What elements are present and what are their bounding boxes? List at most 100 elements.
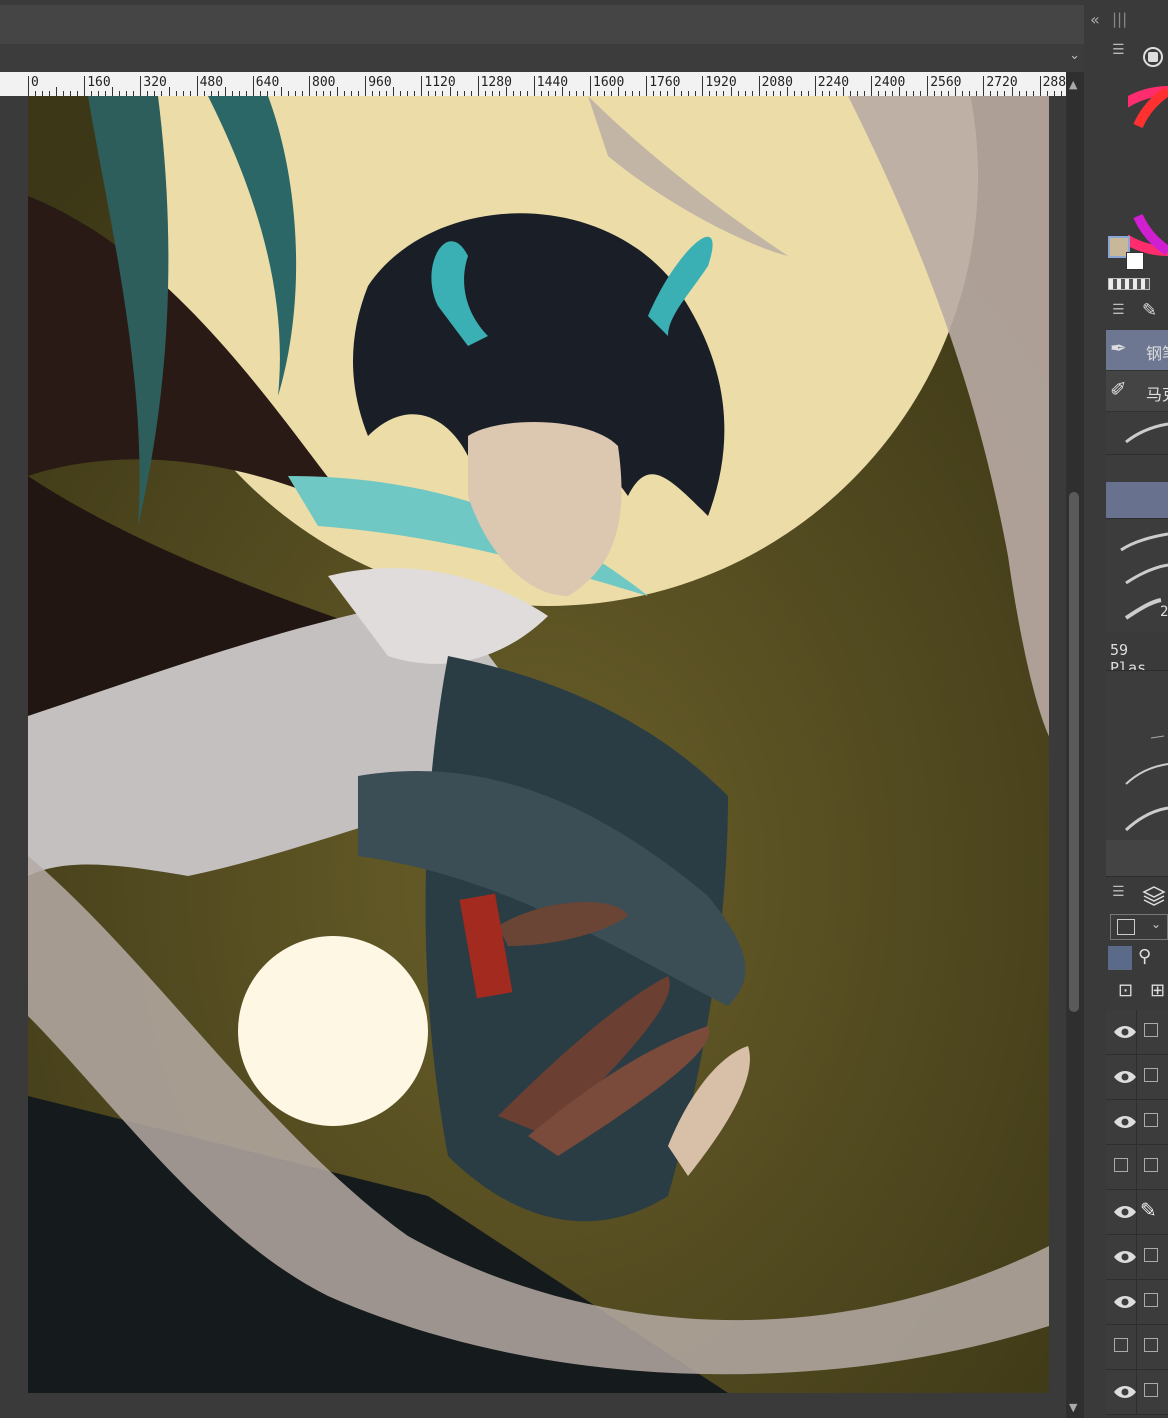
ruler-label: 640 bbox=[255, 75, 280, 90]
eye-icon[interactable] bbox=[1112, 1021, 1138, 1043]
layer-checkbox[interactable] bbox=[1144, 1293, 1158, 1307]
brush-size-item[interactable] bbox=[1106, 714, 1168, 757]
ruler-label: 288 bbox=[1042, 75, 1066, 90]
horizontal-ruler: 0 160 320 480 640 800 960 1120 1280 1440 1600 1760 1… bbox=[0, 72, 1066, 96]
panel-menu-icon[interactable]: ☰ bbox=[1112, 884, 1125, 900]
transparent-color-swatch[interactable] bbox=[1108, 278, 1150, 290]
scrollbar-thumb[interactable] bbox=[1069, 492, 1079, 1012]
canvas-tab-bar: ⌄ bbox=[0, 44, 1084, 72]
panel-grip-icon[interactable]: ||| bbox=[1112, 10, 1127, 28]
layer-row[interactable] bbox=[1106, 1325, 1168, 1370]
eye-icon[interactable] bbox=[1112, 1246, 1138, 1268]
ruler-label: 1120 bbox=[424, 75, 456, 90]
ruler-major-tick bbox=[84, 76, 86, 96]
layer-checkbox[interactable] bbox=[1144, 1338, 1158, 1352]
brush-size-item[interactable] bbox=[1106, 840, 1168, 877]
brush-item-marker[interactable]: ✐ 马克笔 bbox=[1106, 371, 1168, 412]
ruler-minor-tick bbox=[842, 87, 844, 96]
brush-size-item[interactable] bbox=[1106, 756, 1168, 799]
artwork-canvas[interactable] bbox=[28, 96, 1049, 1393]
ruler-major-tick bbox=[140, 76, 142, 96]
scroll-down-icon[interactable]: ▼ bbox=[1069, 1401, 1077, 1414]
ruler-major-tick bbox=[196, 76, 198, 96]
brush-size-item[interactable] bbox=[1106, 798, 1168, 841]
ruler-label: 320 bbox=[143, 75, 167, 90]
scroll-up-icon[interactable]: ▲ bbox=[1069, 78, 1077, 91]
ruler-major-tick bbox=[927, 76, 929, 96]
eye-icon[interactable] bbox=[1112, 1291, 1138, 1313]
visibility-checkbox[interactable] bbox=[1114, 1338, 1128, 1352]
ruler-label: 1920 bbox=[705, 75, 737, 90]
ruler-minor-tick bbox=[955, 87, 957, 96]
marker-icon: ✐ bbox=[1110, 377, 1127, 401]
brush-tool-icon[interactable]: ✎ bbox=[1142, 300, 1157, 321]
ruler-label: 1600 bbox=[593, 75, 625, 90]
ruler-label: 2400 bbox=[874, 75, 906, 90]
layer-checkbox[interactable] bbox=[1144, 1248, 1158, 1262]
layer-row[interactable] bbox=[1106, 1145, 1168, 1190]
color-wheel[interactable] bbox=[1128, 86, 1168, 256]
panel-menu-icon[interactable]: ☰ bbox=[1112, 42, 1125, 58]
pencil-icon: ✎ bbox=[1140, 1198, 1157, 1222]
brush-size-item[interactable] bbox=[1106, 412, 1168, 455]
layer-row[interactable] bbox=[1106, 1235, 1168, 1280]
ruler-minor-tick bbox=[112, 87, 114, 96]
brush-item-label: 马克笔 bbox=[1146, 385, 1168, 404]
layer-row[interactable] bbox=[1106, 1055, 1168, 1100]
layer-checkbox[interactable] bbox=[1144, 1068, 1158, 1082]
ruler-label: 1440 bbox=[536, 75, 569, 90]
layer-checkbox[interactable] bbox=[1144, 1113, 1158, 1127]
brush-item-pen[interactable]: ✒ 钢笔 bbox=[1106, 330, 1168, 371]
layers-icon[interactable] bbox=[1142, 884, 1166, 908]
brush-panel-header: ☰ ✎ bbox=[1106, 298, 1168, 328]
collapse-panel-icon[interactable]: « bbox=[1090, 10, 1100, 29]
ruler-minor-tick bbox=[618, 87, 620, 96]
reference-layer-icon[interactable] bbox=[1108, 946, 1132, 970]
color-mode-icon[interactable] bbox=[1142, 46, 1164, 68]
ruler-major-tick bbox=[533, 76, 535, 96]
ruler-major-tick bbox=[252, 76, 254, 96]
brush-size-item[interactable] bbox=[1106, 672, 1168, 715]
sub-color-swatch[interactable] bbox=[1126, 252, 1144, 270]
brush-preset-item[interactable]: 59 Plas bbox=[1106, 632, 1168, 671]
panel-menu-icon[interactable]: ☰ bbox=[1112, 302, 1125, 318]
ruler-major-tick bbox=[309, 76, 310, 96]
ruler-label: 2080 bbox=[761, 75, 793, 90]
brush-size-item[interactable]: 2 bbox=[1106, 590, 1168, 633]
chevron-down-icon: ⌄ bbox=[1151, 917, 1162, 931]
top-toolbar bbox=[0, 0, 1084, 44]
layer-checkbox[interactable] bbox=[1144, 1023, 1158, 1037]
ruler-major-tick bbox=[421, 76, 423, 96]
ruler-minor-tick bbox=[561, 87, 563, 96]
eye-icon[interactable] bbox=[1112, 1111, 1138, 1133]
brush-size-item-selected[interactable] bbox=[1106, 482, 1168, 519]
layer-row[interactable] bbox=[1106, 1100, 1168, 1145]
lock-layer-icon[interactable]: ⚲ bbox=[1138, 946, 1151, 967]
ruler-minor-tick bbox=[280, 87, 282, 96]
blend-mode-dropdown[interactable]: ⌄ bbox=[1106, 912, 1168, 942]
brush-preset-label: 59 Plas bbox=[1110, 641, 1147, 671]
ruler-minor-tick bbox=[505, 87, 507, 96]
new-layer-icon[interactable]: ⊡ bbox=[1118, 980, 1133, 1001]
vertical-scrollbar[interactable]: ▲ ▼ bbox=[1066, 72, 1084, 1418]
ruler-minor-tick bbox=[899, 87, 901, 96]
ruler-label: 2240 bbox=[817, 75, 850, 90]
layer-action-row: ⊡ ⊞ bbox=[1106, 976, 1168, 1010]
layer-row[interactable] bbox=[1106, 1370, 1168, 1415]
visibility-checkbox[interactable] bbox=[1114, 1158, 1128, 1172]
new-3d-layer-icon[interactable]: ⊞ bbox=[1150, 980, 1165, 1001]
eye-icon[interactable] bbox=[1112, 1381, 1138, 1403]
layer-row[interactable] bbox=[1106, 1010, 1168, 1055]
blend-mode-select[interactable]: ⌄ bbox=[1110, 914, 1168, 940]
layer-checkbox[interactable] bbox=[1144, 1383, 1158, 1397]
layer-checkbox[interactable] bbox=[1144, 1158, 1158, 1172]
ruler-label: 1760 bbox=[649, 75, 681, 90]
eye-icon[interactable] bbox=[1112, 1066, 1138, 1088]
ruler-minor-tick bbox=[730, 87, 732, 96]
ruler-major-tick bbox=[28, 76, 29, 96]
layer-row-active[interactable]: ✎ bbox=[1106, 1190, 1168, 1235]
layer-row[interactable] bbox=[1106, 1280, 1168, 1325]
chevron-down-icon[interactable]: ⌄ bbox=[1069, 48, 1080, 63]
ruler-label: 2560 bbox=[930, 75, 962, 90]
eye-icon[interactable] bbox=[1112, 1201, 1138, 1223]
